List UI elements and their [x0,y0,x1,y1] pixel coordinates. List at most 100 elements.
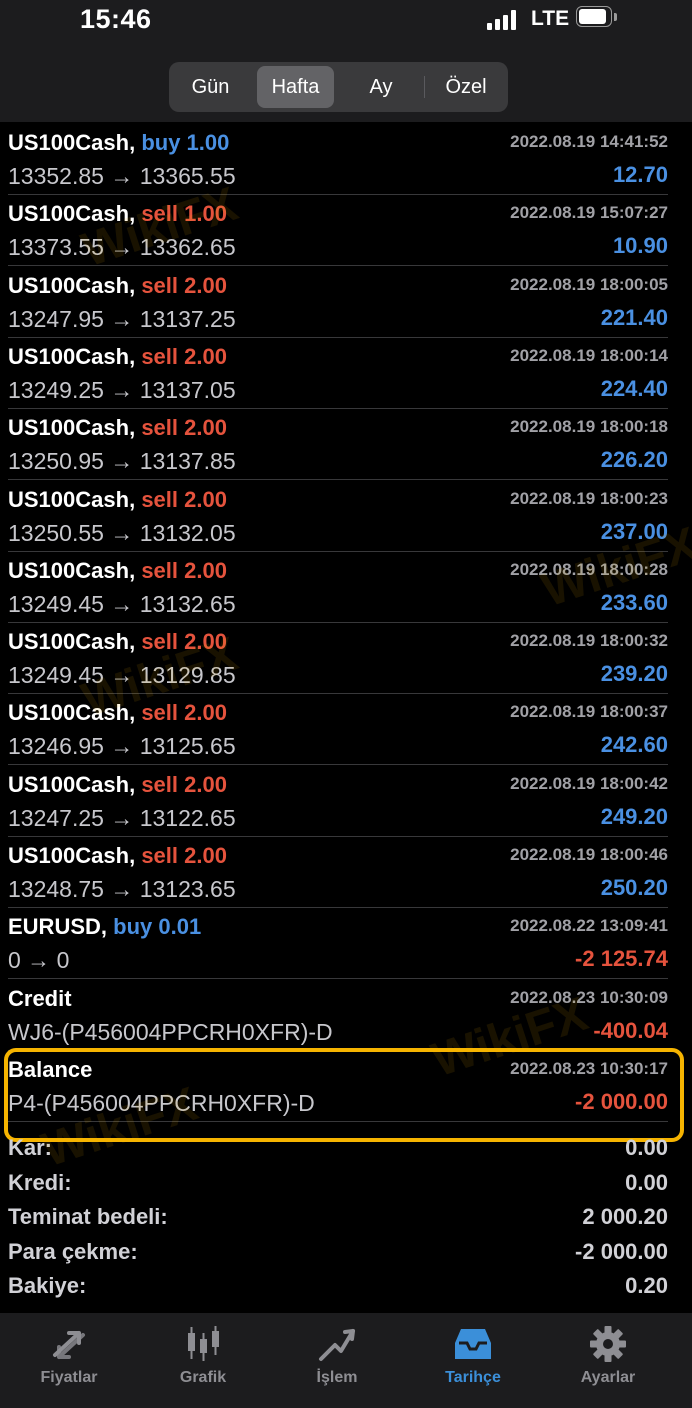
bottom-tab-bar: Fiyatlar Grafik İşlem Tarihçe Ayarlar [0,1313,692,1408]
row-timestamp: 2022.08.19 18:00:46 [510,845,668,864]
period-tab-ay[interactable]: Ay [341,66,421,108]
summary-value: -2 000.00 [575,1238,668,1264]
top-header: 15:46 LTE Gün Hafta Ay Özel [0,0,692,122]
period-tab-ozel[interactable]: Özel [427,66,505,108]
network-type: LTE [531,7,570,30]
row-timestamp: 2022.08.19 18:00:14 [510,345,668,365]
row-timestamp: 2022.08.19 14:41:52 [510,132,668,151]
history-inbox-icon [455,1329,491,1359]
gear-icon [590,1326,626,1362]
symbol-label: US100Cash, [8,201,136,227]
summary-label: Para çekme: [8,1238,138,1264]
row-symbol: Credit [8,986,72,1012]
symbol-label: US100Cash, [8,771,136,797]
segment-divider [424,76,425,98]
row-profit: 239.20 [600,661,668,687]
row-prices: 13249.45 → 13132.65 [8,590,236,617]
row-prices: WJ6-(P456004PPCRH0XFR)-D [8,1018,333,1045]
tab-fiyatlar[interactable]: Fiyatlar [0,1313,138,1408]
trade-action: sell 2.00 [141,771,227,797]
tab-grafik[interactable]: Grafik [134,1313,272,1408]
history-row[interactable]: US100Cash, sell 2.00 2022.08.19 18:00:14 1… [0,338,692,409]
row-timestamp: 2022.08.23 10:30:09 [510,987,668,1007]
candlestick-chart-icon [188,1326,219,1361]
tab-label: Fiyatlar [40,1369,98,1386]
trade-action: sell 2.00 [141,700,227,726]
row-symbol: US100Cash, sell 2.00 [8,700,227,726]
summary-row: Teminat bedeli: 2 000.20 [0,1200,692,1234]
row-prices: 13250.55 → 13132.05 [8,519,236,546]
trade-action: sell 2.00 [141,272,227,298]
row-timestamp: 2022.08.19 15:07:27 [510,203,668,223]
symbol-label: US100Cash, [8,130,136,155]
row-symbol: US100Cash, buy 1.00 [8,130,229,156]
battery-icon [576,6,618,29]
history-row[interactable]: US100Cash, sell 2.00 2022.08.19 18:00:32 1… [0,623,692,695]
summary-label: Teminat bedeli: [8,1204,168,1229]
period-tab-gun[interactable]: Gün [173,66,248,108]
row-symbol: US100Cash, sell 2.00 [8,843,227,869]
row-symbol: EURUSD, buy 0.01 [8,914,201,940]
trade-line-icon [319,1329,355,1361]
trade-action: buy 0.01 [113,914,202,940]
row-prices: 13250.95 → 13137.85 [8,448,236,475]
row-symbol: US100Cash, sell 2.00 [8,415,227,441]
trade-action: sell 2.00 [141,557,227,583]
history-row[interactable]: US100Cash, sell 2.00 2022.08.19 18:00:37 1… [0,694,692,766]
history-row[interactable]: US100Cash, sell 2.00 2022.08.19 18:00:42 1… [0,766,692,837]
history-row[interactable]: US100Cash, sell 2.00 2022.08.19 18:00:28 1… [0,552,692,623]
symbol-label: US100Cash, [8,486,136,512]
row-profit: -2 125.74 [575,946,668,972]
symbol-label: US100Cash, [8,843,136,868]
summary-value: 0.00 [625,1135,668,1160]
trade-action: buy 1.00 [141,130,230,155]
symbol-label: US100Cash, [8,629,136,655]
row-prices: 13247.25 → 13122.65 [8,804,236,831]
history-row[interactable]: US100Cash, sell 2.00 2022.08.19 18:00:46 1… [0,837,692,908]
row-profit: 242.60 [600,732,668,758]
row-timestamp: 2022.08.19 18:00:42 [510,773,668,793]
period-tab-hafta[interactable]: Hafta [257,66,334,108]
summary-row: Kredi: 0.00 [0,1166,692,1200]
row-timestamp: 2022.08.19 18:00:05 [510,274,668,294]
row-symbol: US100Cash, sell 2.00 [8,487,227,513]
row-prices: 0 → 0 [8,947,70,974]
tab-tarihce[interactable]: Tarihçe [404,1313,542,1408]
tab-ayarlar[interactable]: Ayarlar [539,1313,677,1408]
row-profit: 233.60 [600,589,668,615]
tab-label: Grafik [179,1369,227,1386]
summary-label: Kar: [8,1135,53,1160]
symbol-label: US100Cash, [8,415,136,441]
history-row[interactable]: US100Cash, sell 2.00 2022.08.19 18:00:23 1… [0,481,692,552]
symbol-label: US100Cash, [8,343,136,369]
row-profit: 237.00 [600,518,668,544]
summary-row: Bakiye: 0.20 [0,1269,692,1303]
row-timestamp: 2022.08.19 18:00:28 [510,559,668,579]
row-profit: 249.20 [600,803,668,829]
history-row[interactable]: US100Cash, sell 2.00 2022.08.19 18:00:18 1… [0,409,692,481]
row-prices: 13248.75 → 13123.65 [8,876,236,902]
tab-label: İşlem [316,1369,358,1386]
row-prices: 13373.55 → 13362.65 [8,234,236,261]
trade-action: sell 2.00 [141,415,227,441]
symbol-label: EURUSD, [8,914,108,940]
symbol-label: US100Cash, [8,557,136,583]
row-profit: 226.20 [600,447,668,473]
period-segmented-control: Gün Hafta Ay Özel [169,62,508,112]
row-timestamp: 2022.08.22 13:09:41 [510,916,668,936]
row-timestamp: 2022.08.19 18:00:18 [510,417,668,437]
tab-islem[interactable]: İşlem [268,1313,406,1408]
cellular-signal-icon [487,10,521,30]
history-row[interactable]: US100Cash, buy 1.00 2022.08.19 14:41:52 13… [0,124,692,195]
history-row[interactable]: EURUSD, buy 0.01 2022.08.22 13:09:41 0 → 0… [0,908,692,980]
history-row[interactable]: Credit 2022.08.23 10:30:09 WJ6-(P456004PP… [0,980,692,1051]
status-time: 15:46 [80,4,152,34]
history-row[interactable]: US100Cash, sell 1.00 2022.08.19 15:07:27 1… [0,195,692,267]
tab-label: Ayarlar [580,1369,636,1386]
row-symbol: US100Cash, sell 2.00 [8,344,227,370]
history-row[interactable]: US100Cash, sell 2.00 2022.08.19 18:00:05 1… [0,267,692,338]
row-profit: 221.40 [600,304,668,330]
row-timestamp: 2022.08.19 18:00:23 [510,488,668,508]
summary-row: Kar: 0.00 [0,1131,692,1165]
row-prices: 13247.95 → 13137.25 [8,305,236,332]
